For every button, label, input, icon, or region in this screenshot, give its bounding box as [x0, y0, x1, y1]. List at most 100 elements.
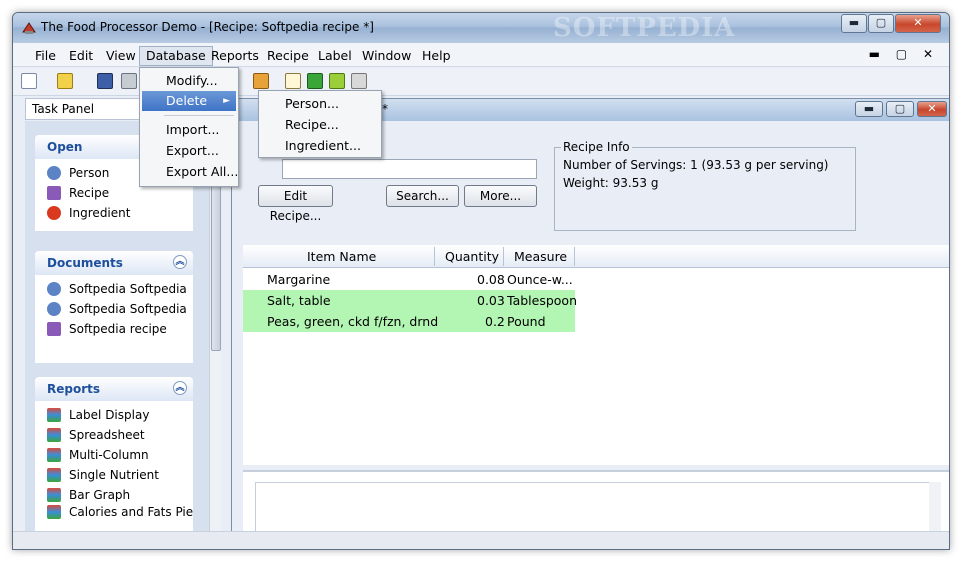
report-label: Calories and Fats Pie Chart [69, 505, 193, 519]
menu-item-export[interactable]: Export... [142, 141, 236, 161]
child-minimize-button[interactable]: ▬ [855, 101, 883, 117]
open-folder-icon[interactable] [57, 73, 73, 89]
submenu-item-recipe[interactable]: Recipe... [261, 115, 379, 135]
reports-section-title: Reports [47, 382, 101, 396]
report-link[interactable]: Bar Graph [47, 485, 193, 505]
report-books-icon [47, 488, 61, 502]
documents-section-header[interactable]: Documents ︽ [35, 251, 193, 275]
menu-item-export-all[interactable]: Export All... [142, 162, 238, 182]
report-link[interactable]: Multi-Column [47, 445, 193, 465]
person-icon [47, 166, 61, 180]
table-row[interactable]: Peas, green, ckd f/fzn, drnd 0.2 Pound [243, 311, 575, 332]
menu-view[interactable]: View [100, 47, 142, 65]
report-label: Single Nutrient [69, 468, 159, 482]
documents-section: Documents ︽ Softpedia Softpedia Softpedia… [35, 251, 193, 363]
menu-label[interactable]: Label [312, 47, 358, 65]
report-books-icon [47, 408, 61, 422]
column-header-measure[interactable]: Measure [514, 249, 567, 264]
report-label: Multi-Column [69, 448, 149, 462]
menu-help[interactable]: Help [416, 47, 457, 65]
close-button[interactable]: ✕ [895, 14, 941, 33]
child-close-button[interactable]: ✕ [917, 101, 947, 117]
delete-submenu: Person... Recipe... Ingredient... [258, 90, 382, 158]
column-divider[interactable] [434, 247, 435, 266]
report-link[interactable]: Spreadsheet [47, 425, 193, 445]
document-label: Softpedia Softpedia [69, 282, 187, 296]
documents-section-title: Documents [47, 256, 123, 270]
notes-area[interactable] [243, 470, 949, 538]
menu-edit[interactable]: Edit [63, 47, 99, 65]
search-button[interactable]: Search... [386, 185, 459, 207]
report-link[interactable]: Single Nutrient [47, 465, 193, 485]
document-link[interactable]: Softpedia Softpedia [47, 299, 193, 319]
notes-scrollbar[interactable] [929, 482, 941, 534]
document-label: Softpedia recipe [69, 322, 167, 336]
reports-section: Reports ︽ Label Display Spreadsheet Multi… [35, 377, 193, 537]
menu-file[interactable]: File [29, 47, 62, 65]
print-icon[interactable] [121, 73, 137, 89]
report-label: Label Display [69, 408, 150, 422]
collapse-chevron-icon[interactable]: ︽ [173, 381, 187, 395]
menu-item-delete[interactable]: Delete ► [142, 91, 236, 111]
menu-item-modify[interactable]: Modify... [142, 71, 236, 91]
open-recipe-label: Recipe [69, 186, 110, 200]
cell-measure: Tablespoon [507, 293, 577, 308]
report-books-icon [47, 448, 61, 462]
column-divider[interactable] [574, 247, 575, 266]
green-item-icon[interactable] [307, 73, 323, 89]
recipe-info-group: Recipe Info Number of Servings: 1 (93.53… [554, 140, 856, 231]
save-icon[interactable] [97, 73, 113, 89]
edit-recipe-button[interactable]: Edit Recipe... [258, 185, 333, 223]
cell-quantity: 0.08 [477, 272, 505, 287]
help-icon[interactable] [253, 73, 269, 89]
menu-reports[interactable]: Reports [205, 47, 265, 65]
title-bar[interactable]: The Food Processor Demo - [Recipe: Softp… [13, 13, 949, 43]
column-header-quantity[interactable]: Quantity [445, 249, 499, 264]
recipe-name-input[interactable] [282, 159, 537, 179]
table-row[interactable]: Salt, table 0.03 Tablespoon [243, 290, 577, 311]
column-header-item-name[interactable]: Item Name [307, 249, 376, 264]
cell-item-name: Peas, green, ckd f/fzn, drnd [267, 314, 439, 329]
child-restore-button[interactable]: ▢ [886, 101, 914, 117]
document-link[interactable]: Softpedia Softpedia [47, 279, 193, 299]
report-link[interactable]: Label Display [47, 405, 193, 425]
submenu-item-person[interactable]: Person... [261, 94, 379, 114]
cell-item-name: Salt, table [267, 293, 331, 308]
submenu-item-ingredient[interactable]: Ingredient... [261, 136, 379, 156]
open-ingredient-link[interactable]: Ingredient [47, 203, 193, 223]
document-link[interactable]: Softpedia recipe [47, 319, 193, 339]
maximize-button[interactable]: ▢ [868, 14, 894, 33]
weight-text: Weight: 93.53 g [563, 176, 659, 190]
person-icon [47, 282, 61, 296]
table-row[interactable]: Margarine 0.08 Ounce-w... [243, 269, 575, 290]
recipe-window-title-suffix: * [382, 102, 388, 116]
ingredients-table: Item Name Quantity Measure Margarine 0.0… [243, 245, 949, 465]
report-link[interactable]: Calories and Fats Pie Chart [47, 505, 193, 519]
more-button[interactable]: More... [464, 185, 537, 207]
mdi-controls[interactable]: ▬ ▢ ✕ [869, 47, 939, 61]
app-window: The Food Processor Demo - [Recipe: Softp… [12, 12, 950, 550]
minimize-button[interactable]: ▬ [841, 14, 867, 33]
recipe-info-legend: Recipe Info [561, 140, 632, 154]
new-document-icon[interactable] [21, 73, 37, 89]
report-label: Spreadsheet [69, 428, 145, 442]
menu-database[interactable]: Database [139, 46, 213, 66]
menu-window[interactable]: Window [356, 47, 417, 65]
menu-recipe[interactable]: Recipe [261, 47, 315, 65]
open-section-title: Open [47, 140, 83, 154]
edit-note-icon[interactable] [285, 73, 301, 89]
table-header: Item Name Quantity Measure [243, 245, 949, 268]
collapse-chevron-icon[interactable]: ︽ [173, 255, 187, 269]
report-books-icon [47, 468, 61, 482]
submenu-arrow-icon: ► [223, 96, 230, 106]
menu-item-import[interactable]: Import... [142, 120, 236, 140]
open-ingredient-label: Ingredient [69, 206, 131, 220]
reports-section-header[interactable]: Reports ︽ [35, 377, 193, 401]
window-title: The Food Processor Demo - [Recipe: Softp… [41, 20, 374, 34]
column-divider[interactable] [503, 247, 504, 266]
notes-textbox[interactable] [255, 482, 935, 534]
add-item-icon[interactable] [329, 73, 345, 89]
clipboard-icon[interactable] [351, 73, 367, 89]
task-panel-title: Task Panel [32, 102, 95, 116]
menu-item-delete-label: Delete [166, 93, 208, 108]
